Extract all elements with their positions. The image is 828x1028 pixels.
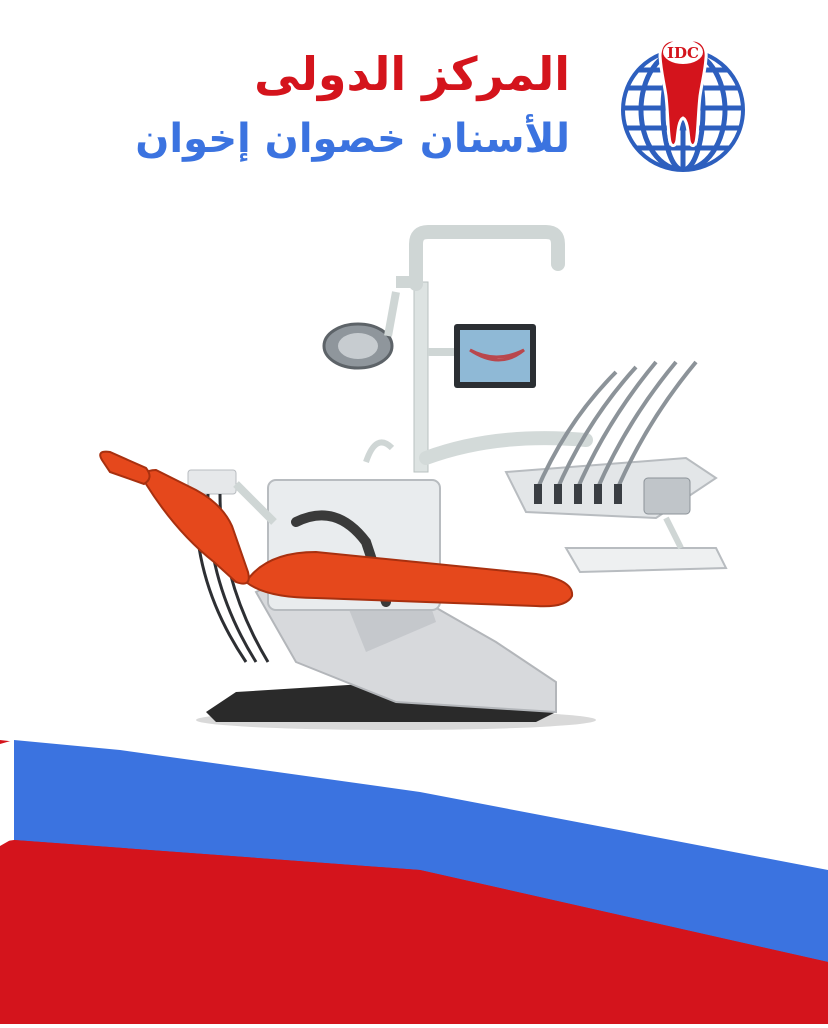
decorative-bands bbox=[0, 730, 828, 1024]
diagonal-bands-graphic bbox=[0, 740, 828, 1024]
globe-tooth-logo-icon: IDC bbox=[621, 38, 745, 172]
dental-chair-illustration bbox=[96, 222, 736, 734]
header: المركز الدولى للأسنان خصوان إخوان IDC bbox=[0, 0, 828, 200]
center-title: المركز الدولى bbox=[254, 47, 570, 101]
idc-logo: IDC bbox=[616, 30, 750, 172]
center-subtitle: للأسنان خصوان إخوان bbox=[135, 116, 570, 162]
logo-text: IDC bbox=[667, 44, 699, 62]
dental-chair-icon bbox=[99, 225, 728, 730]
